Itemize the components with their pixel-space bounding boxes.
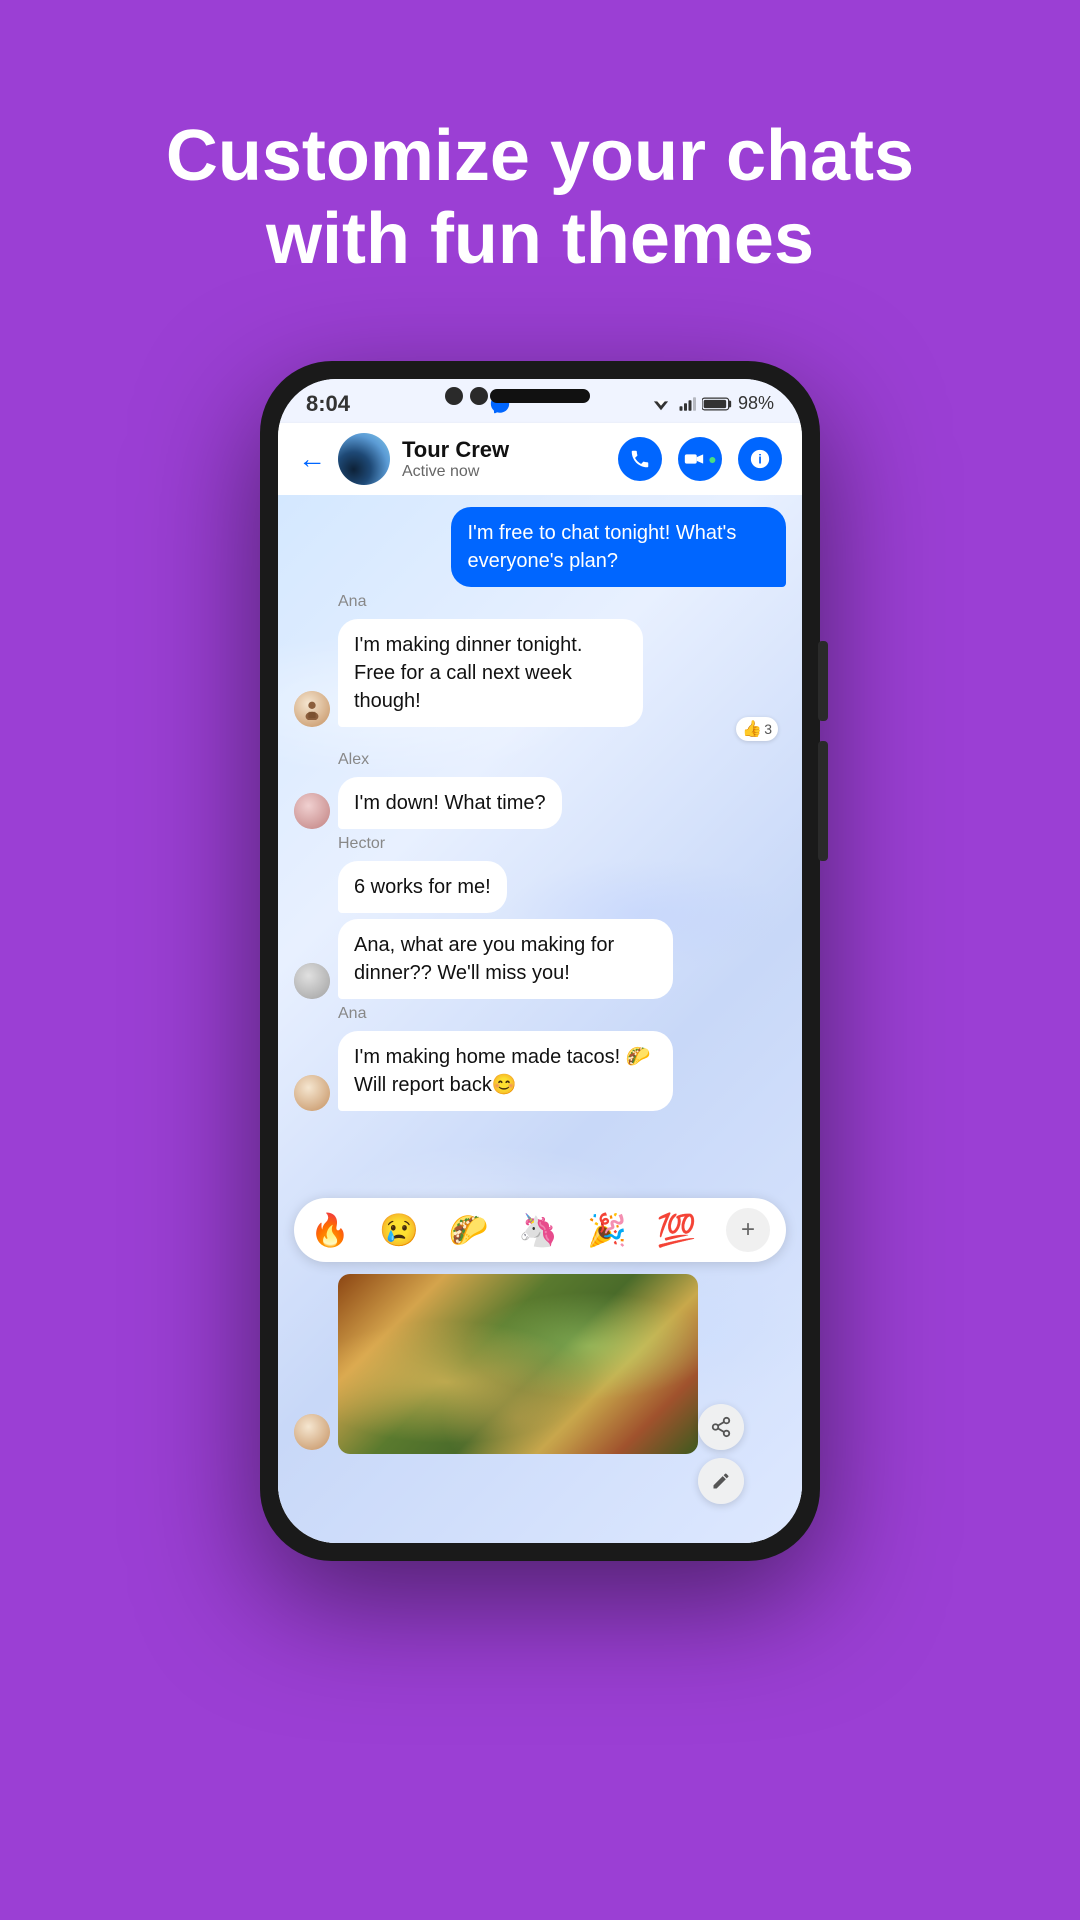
incoming-bubble-ana1: I'm making dinner tonight. Free for a ca… (338, 619, 643, 727)
sender-name-alex: Alex (338, 751, 786, 769)
call-button[interactable] (618, 437, 662, 481)
message-row-hector2: Ana, what are you making for dinner?? We… (294, 919, 786, 999)
message-row-outgoing: I'm free to chat tonight! What's everyon… (294, 507, 786, 587)
phone-icon (629, 448, 651, 470)
info-icon: i (749, 448, 771, 470)
video-button[interactable]: ● (678, 437, 722, 481)
outgoing-bubble: I'm free to chat tonight! What's everyon… (451, 507, 786, 587)
avatar-ana1 (294, 691, 330, 727)
chat-header: ← Tour Crew Active now (278, 423, 802, 495)
share-button[interactable] (698, 1404, 744, 1450)
message-action-icons (698, 1404, 744, 1504)
sender-name-ana1: Ana (338, 593, 786, 611)
incoming-bubble-hector2: Ana, what are you making for dinner?? We… (338, 919, 673, 999)
phone-screen: 8:04 (278, 379, 802, 1543)
person-silhouette-ana (301, 698, 323, 720)
share-icon (710, 1416, 732, 1438)
avatar-ana3 (294, 1414, 330, 1450)
group-avatar (338, 433, 390, 485)
emoji-fire[interactable]: 🔥 (310, 1211, 350, 1249)
battery-percent: 98% (738, 393, 774, 414)
sender-name-ana2: Ana (338, 1005, 786, 1023)
incoming-bubble-ana2: I'm making home made tacos! 🌮Will report… (338, 1031, 673, 1111)
emoji-bar: 🔥 😢 🌮 🦄 🎉 💯 + (294, 1198, 786, 1262)
messages-area: I'm free to chat tonight! What's everyon… (278, 495, 802, 1198)
emoji-sad[interactable]: 😢 (379, 1211, 419, 1249)
video-icon (683, 448, 705, 470)
message-row-alex: I'm down! What time? (294, 777, 786, 829)
phone-speaker (490, 389, 590, 403)
battery-icon (702, 396, 732, 412)
image-row (294, 1274, 802, 1454)
back-button[interactable]: ← (298, 443, 326, 475)
signal-icon (678, 396, 696, 412)
side-button-power (818, 641, 828, 721)
reaction-count: 3 (764, 721, 772, 737)
avatar-ana2 (294, 1075, 330, 1111)
group-name: Tour Crew (402, 437, 606, 463)
wifi-icon (650, 396, 672, 412)
status-time: 8:04 (306, 391, 350, 417)
edit-button[interactable] (698, 1458, 744, 1504)
avatar-hector (294, 963, 330, 999)
incoming-bubble-hector1: 6 works for me! (338, 861, 507, 913)
emoji-unicorn[interactable]: 🦄 (518, 1211, 558, 1249)
phone-body: 8:04 (260, 361, 820, 1561)
avatar-alex (294, 793, 330, 829)
edit-icon (711, 1471, 731, 1491)
status-right-icons: 98% (650, 393, 774, 414)
chat-body: I'm free to chat tonight! What's everyon… (278, 495, 802, 1543)
group-status: Active now (402, 463, 606, 481)
group-avatar-container (338, 433, 390, 485)
emoji-party[interactable]: 🎉 (587, 1211, 627, 1249)
incoming-bubble-alex: I'm down! What time? (338, 777, 562, 829)
phone-camera-left (445, 387, 463, 405)
side-button-volume (818, 741, 828, 861)
emoji-more-button[interactable]: + (726, 1208, 770, 1252)
message-row-ana1: I'm making dinner tonight. Free for a ca… (294, 619, 786, 727)
emoji-100[interactable]: 💯 (657, 1211, 697, 1249)
reaction-emoji: 👍 (742, 719, 762, 739)
header-actions: ● i (618, 437, 782, 481)
phone-camera-right (470, 387, 488, 405)
message-row-hector1: 6 works for me! (338, 861, 786, 913)
message-row-ana2: I'm making home made tacos! 🌮Will report… (294, 1031, 786, 1111)
reaction-badge: 👍 3 (736, 717, 778, 741)
sender-name-hector: Hector (338, 835, 786, 853)
phone-mockup: 8:04 (260, 361, 820, 1561)
hero-title: Customize your chats with fun themes (80, 55, 1000, 321)
emoji-taco[interactable]: 🌮 (449, 1211, 489, 1249)
food-image (338, 1274, 698, 1454)
info-button[interactable]: i (738, 437, 782, 481)
svg-text:i: i (758, 451, 762, 466)
hero-section: Customize your chats with fun themes (0, 0, 1080, 351)
header-info: Tour Crew Active now (402, 437, 606, 481)
group-avatar-image (338, 433, 390, 485)
